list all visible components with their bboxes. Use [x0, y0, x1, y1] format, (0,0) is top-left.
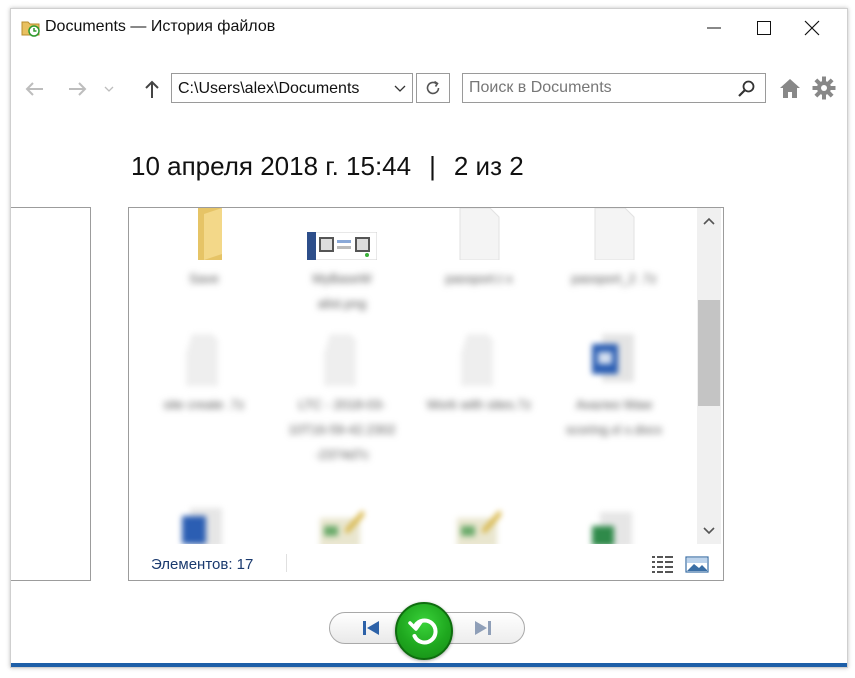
- search-box[interactable]: [462, 73, 766, 103]
- edit-file-icon: [457, 508, 503, 544]
- chevron-down-icon: [394, 85, 406, 92]
- blank-file-icon: [320, 334, 364, 386]
- document-icon: [182, 508, 226, 544]
- title-bar: Documents — История файлов: [11, 9, 847, 49]
- address-dropdown-button[interactable]: [388, 74, 412, 102]
- excel-file-icon: [592, 508, 636, 544]
- list-item[interactable]: passport.t x: [424, 208, 534, 348]
- next-version-button[interactable]: [441, 612, 525, 644]
- home-button[interactable]: [777, 75, 803, 101]
- recent-locations-button[interactable]: [101, 77, 117, 101]
- settings-button[interactable]: [811, 75, 837, 101]
- chevron-down-icon: [703, 527, 715, 535]
- skip-back-icon: [363, 621, 379, 635]
- large-icons-view-button[interactable]: [685, 554, 709, 574]
- info-separator: |: [429, 151, 436, 181]
- up-button[interactable]: [139, 77, 165, 101]
- blank-file-icon: [457, 208, 501, 261]
- status-bar: Элементов: 17: [129, 544, 723, 580]
- large-icons-view-icon: [685, 556, 709, 573]
- navigation-bar: C:\Users\alex\Documents: [11, 69, 847, 109]
- forward-button[interactable]: [65, 77, 91, 101]
- scroll-down-button[interactable]: [697, 520, 721, 542]
- file-name: passport_2 .7z: [571, 271, 657, 286]
- file-history-window: Documents — История файлов C:\Users\alex…: [10, 8, 848, 668]
- folder-icon: [182, 208, 226, 260]
- chevron-up-icon: [703, 217, 715, 225]
- backup-info: 10 апреля 2018 г. 15:44 | 2 из 2: [131, 151, 524, 182]
- details-view-icon: [652, 556, 673, 573]
- list-item[interactable]: passport_2 .7z: [559, 208, 669, 348]
- back-arrow-icon: [25, 82, 43, 96]
- backup-datetime: 10 апреля 2018 г. 15:44: [131, 151, 412, 181]
- file-name: Анализ Waw scoring.xl x.docx: [565, 397, 663, 437]
- list-item[interactable]: [149, 508, 259, 544]
- backup-position: 2 из 2: [453, 151, 524, 181]
- file-list: Save MyBaseW alist.png passport.t x pass…: [129, 208, 697, 544]
- file-name: passport.t x: [445, 271, 513, 286]
- list-item[interactable]: Анализ Waw scoring.xl x.docx: [559, 334, 669, 474]
- blank-file-icon: [457, 334, 501, 386]
- scroll-up-button[interactable]: [697, 210, 721, 232]
- address-text: C:\Users\alex\Documents: [178, 80, 360, 97]
- list-item[interactable]: site create .7z: [149, 334, 259, 474]
- file-name: site create .7z: [163, 397, 245, 412]
- chevron-down-icon: [104, 86, 114, 92]
- details-view-button[interactable]: [651, 554, 675, 574]
- list-item[interactable]: [287, 508, 397, 544]
- file-name: MyBaseW alist.png: [312, 271, 372, 311]
- list-item[interactable]: Work with sites.7z: [424, 334, 534, 474]
- previous-version-pane[interactable]: [11, 207, 91, 581]
- image-thumbnail-icon: [306, 231, 378, 261]
- blank-file-icon: [592, 208, 636, 261]
- file-name: Save: [189, 271, 219, 286]
- back-button[interactable]: [21, 77, 47, 101]
- list-item[interactable]: Save: [149, 208, 259, 348]
- gear-icon: [812, 76, 836, 100]
- file-history-app-icon: [21, 19, 41, 37]
- restore-button[interactable]: [395, 602, 453, 660]
- list-item[interactable]: [559, 508, 669, 544]
- maximize-button[interactable]: [741, 9, 787, 47]
- search-input[interactable]: [469, 78, 719, 98]
- refresh-button[interactable]: [416, 73, 450, 103]
- item-count: Элементов: 17: [151, 556, 254, 573]
- forward-arrow-icon: [69, 82, 87, 96]
- file-name: Work with sites.7z: [426, 397, 532, 412]
- restore-icon: [408, 618, 438, 645]
- home-icon: [780, 79, 800, 98]
- playback-controls: [329, 602, 529, 660]
- address-bar[interactable]: C:\Users\alex\Documents: [171, 73, 413, 103]
- list-item[interactable]: MyBaseW alist.png: [287, 208, 397, 348]
- list-item[interactable]: LTC - 2018-03-10T16-59-42.2302 -2374d7c: [287, 334, 397, 474]
- refresh-icon: [426, 80, 440, 95]
- blank-file-icon: [182, 334, 226, 386]
- minimize-button[interactable]: [691, 9, 737, 47]
- scroll-thumb[interactable]: [698, 300, 720, 406]
- close-icon: [804, 20, 820, 36]
- window-title: Documents — История файлов: [45, 18, 276, 35]
- taskbar-edge: [11, 663, 847, 667]
- skip-forward-icon: [475, 621, 491, 635]
- status-divider: [286, 554, 287, 572]
- word-doc-icon: [592, 334, 636, 386]
- edit-file-icon: [320, 508, 366, 544]
- up-arrow-icon: [145, 80, 159, 98]
- close-button[interactable]: [789, 9, 835, 47]
- maximize-icon: [757, 21, 771, 35]
- file-name: LTC - 2018-03-10T16-59-42.2302 -2374d7c: [288, 397, 396, 462]
- minimize-icon: [707, 27, 721, 29]
- vertical-scrollbar[interactable]: [697, 208, 721, 544]
- current-version-panel: Save MyBaseW alist.png passport.t x pass…: [128, 207, 724, 581]
- list-item[interactable]: [424, 508, 534, 544]
- search-icon[interactable]: [737, 79, 757, 99]
